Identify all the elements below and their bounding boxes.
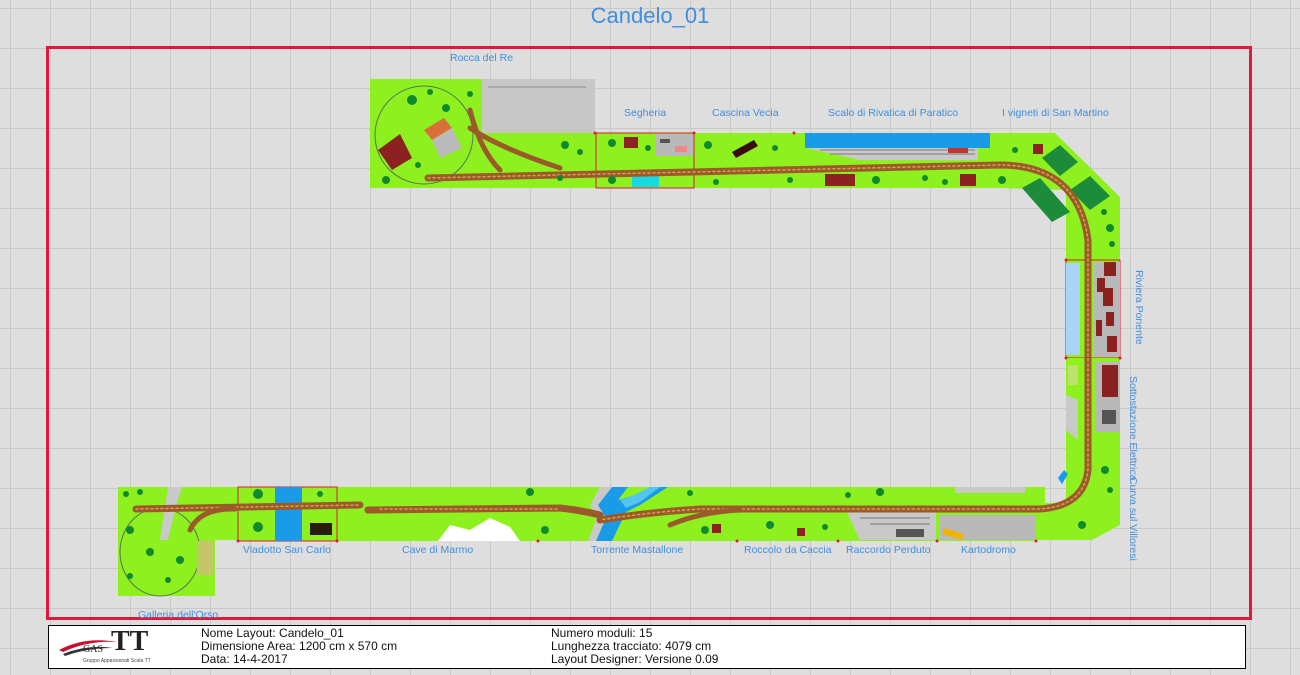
label-sottostazione: Sottostazione Elettrica <box>1127 376 1139 481</box>
label-rocca-del-re: Rocca del Re <box>450 52 514 64</box>
gas-tt-logo: TT GAS Gruppo Appassionati Scala TT <box>55 626 165 666</box>
label-vigneti: I vigneti di San Martino <box>1002 107 1109 119</box>
label-cave-marmo: Cave di Marmo <box>402 544 474 556</box>
label-raccordo: Raccordo Perduto <box>846 544 931 556</box>
label-torrente: Torrente Mastallone <box>591 544 684 556</box>
label-roccolo: Roccolo da Caccia <box>744 544 832 556</box>
info-box: TT GAS Gruppo Appassionati Scala TT Nome… <box>48 625 1246 669</box>
label-cascina-vecia: Cascina Vecia <box>712 107 779 119</box>
label-kartodromo: Kartodromo <box>961 544 1016 556</box>
bottom-baseboard <box>118 460 1120 597</box>
label-curva-villoresi: Curva sul Villoresi <box>1127 477 1139 561</box>
info-designer: Layout Designer: Versione 0.09 <box>551 652 719 666</box>
riviera-water <box>1066 263 1080 355</box>
info-data: Data: 14-4-2017 <box>201 652 288 666</box>
label-scalo: Scalo di Rivatica di Paratico <box>828 107 959 119</box>
layout-plan <box>118 79 1122 597</box>
label-viadotto: Viadotto San Carlo <box>243 544 331 556</box>
label-segheria: Segheria <box>624 107 667 119</box>
label-galleria-orso: Galleria dell'Orso <box>138 609 219 621</box>
label-riviera-ponente: Riviera Ponente <box>1133 270 1145 345</box>
module-joints <box>236 131 1122 543</box>
